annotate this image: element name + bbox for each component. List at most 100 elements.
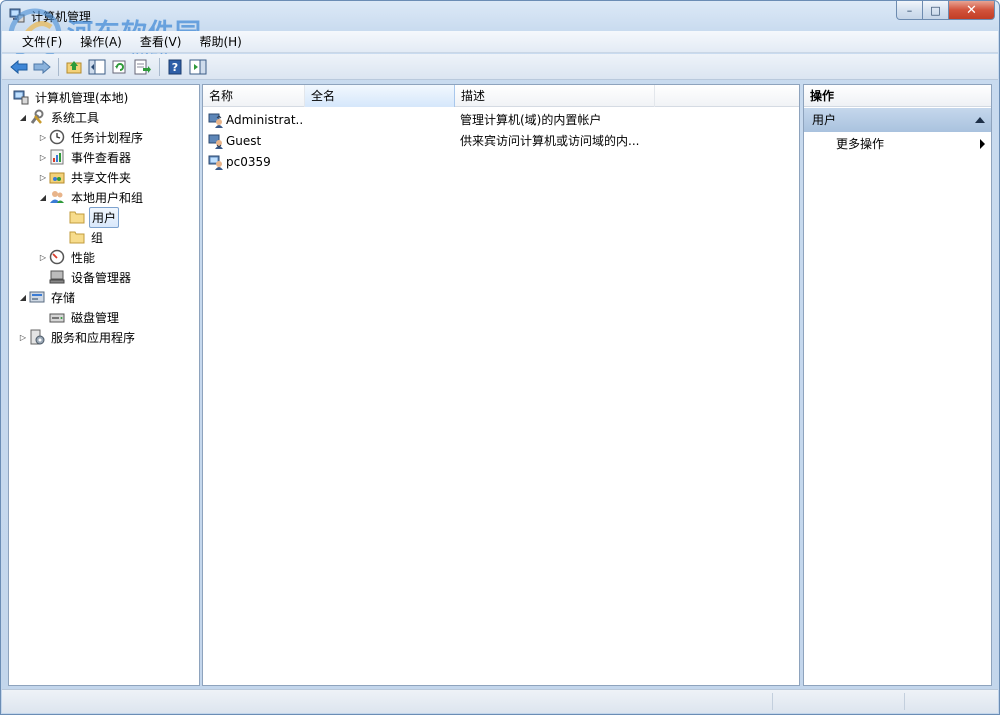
minimize-button[interactable]: –: [896, 1, 923, 20]
tree-item-label: 系统工具: [49, 108, 101, 127]
action-pane: 操作 用户 更多操作: [803, 84, 992, 686]
tree-item-users[interactable]: 用户: [69, 207, 119, 227]
expand-arrow-icon[interactable]: ▷: [37, 153, 49, 162]
users-list[interactable]: 名称 全名 描述 Administrat... 管理计算机(域)的内置帐户 Gu…: [202, 84, 800, 686]
tree-item-shared-folders[interactable]: ▷ 共享文件夹: [37, 167, 133, 187]
action-pane-title: 操作: [804, 85, 991, 107]
tree-item-label: 服务和应用程序: [49, 328, 137, 347]
cell-fullname: [311, 152, 451, 173]
column-header-fullname[interactable]: 全名: [305, 85, 455, 107]
collapse-up-icon[interactable]: [975, 117, 985, 123]
svg-text:?: ?: [172, 61, 178, 74]
performance-gauge-icon: [49, 249, 65, 265]
tree-item-label: 用户: [89, 207, 119, 228]
tree-item-device-manager[interactable]: 设备管理器: [49, 267, 133, 287]
tree-item-storage[interactable]: ◢ 存储: [17, 287, 77, 307]
help-button[interactable]: ?: [164, 57, 186, 77]
show-hide-tree-icon: [88, 59, 106, 75]
tree-item-task-scheduler[interactable]: ▷ 任务计划程序: [37, 127, 145, 147]
folder-icon: [69, 209, 85, 225]
menu-view[interactable]: 查看(V): [132, 33, 190, 50]
collapse-arrow-icon[interactable]: ◢: [37, 193, 49, 202]
tree-item-label: 性能: [69, 248, 97, 267]
user-icon: [208, 154, 224, 170]
tree-item-label: 共享文件夹: [69, 168, 133, 187]
user-icon: [208, 133, 224, 149]
show-hide-tree-button[interactable]: [86, 57, 108, 77]
tree-item-label: 计算机管理(本地): [33, 88, 130, 107]
cell-fullname: [311, 110, 451, 131]
collapse-arrow-icon[interactable]: ◢: [17, 113, 29, 122]
close-button[interactable]: ✕: [949, 1, 995, 20]
column-header-name[interactable]: 名称: [203, 85, 305, 107]
tree-item-services-applications[interactable]: ▷ 服务和应用程序: [17, 327, 137, 347]
cell-name: Administrat...: [226, 110, 304, 131]
forward-arrow-icon: [33, 60, 51, 74]
status-bar: [2, 689, 998, 713]
computer-management-icon: [13, 89, 29, 105]
title-bar[interactable]: 计算机管理 – □ ✕: [1, 1, 1000, 31]
tree-item-label: 事件查看器: [69, 148, 133, 167]
up-button[interactable]: [63, 57, 85, 77]
computer-management-icon: [9, 7, 25, 23]
column-header-description[interactable]: 描述: [455, 85, 655, 107]
show-hide-action-pane-button[interactable]: [187, 57, 209, 77]
up-folder-icon: [66, 59, 82, 75]
back-button[interactable]: [8, 57, 30, 77]
action-section-label: 用户: [812, 113, 836, 127]
cell-fullname: [311, 131, 451, 152]
clock-icon: [49, 129, 65, 145]
tree-item-label: 设备管理器: [69, 268, 133, 287]
system-tools-icon: [29, 109, 45, 125]
export-list-button[interactable]: [132, 57, 154, 77]
expand-arrow-icon[interactable]: ▷: [37, 173, 49, 182]
tree-item-label: 磁盘管理: [69, 308, 121, 327]
tree-item-performance[interactable]: ▷ 性能: [37, 247, 97, 267]
help-icon: ?: [167, 59, 183, 75]
tree-item-local-users-groups[interactable]: ◢ 本地用户和组: [37, 187, 145, 207]
menu-file[interactable]: 文件(F): [14, 33, 70, 50]
refresh-button[interactable]: [109, 57, 131, 77]
tree-item-label: 任务计划程序: [69, 128, 145, 147]
export-list-icon: [134, 59, 152, 75]
tree-item-disk-management[interactable]: 磁盘管理: [49, 307, 121, 327]
tree-item-event-viewer[interactable]: ▷ 事件查看器: [37, 147, 133, 167]
tree-item-label: 存储: [49, 288, 77, 307]
tree-item-label: 组: [89, 228, 105, 247]
toolbar-separator: [58, 58, 59, 76]
shared-folder-icon: [49, 169, 65, 185]
collapse-arrow-icon[interactable]: ◢: [17, 293, 29, 302]
table-row[interactable]: Administrat... 管理计算机(域)的内置帐户: [203, 110, 799, 131]
event-viewer-icon: [49, 149, 65, 165]
expand-arrow-icon[interactable]: ▷: [17, 333, 29, 342]
toolbar-separator: [159, 58, 160, 76]
tree-item-label: 本地用户和组: [69, 188, 145, 207]
cell-description: [460, 152, 660, 173]
tree-item-system-tools[interactable]: ◢ 系统工具: [17, 107, 101, 127]
table-row[interactable]: Guest 供来宾访问计算机或访问域的内...: [203, 131, 799, 152]
more-actions-label: 更多操作: [836, 137, 884, 151]
maximize-button[interactable]: □: [923, 1, 949, 20]
forward-button[interactable]: [31, 57, 53, 77]
services-icon: [29, 329, 45, 345]
back-arrow-icon: [10, 60, 28, 74]
expand-arrow-icon[interactable]: ▷: [37, 133, 49, 142]
window-title: 计算机管理: [31, 8, 91, 25]
list-header: 名称 全名 描述: [203, 85, 799, 107]
more-actions-item[interactable]: 更多操作: [836, 134, 991, 154]
status-divider: [904, 693, 905, 710]
device-manager-icon: [49, 269, 65, 285]
toolbar: ?: [2, 54, 998, 80]
tree-item-groups[interactable]: 组: [69, 227, 105, 247]
console-tree[interactable]: 计算机管理(本地) ◢ 系统工具 ▷ 任务计划程序 ▷ 事件查看器 ▷ 共享文件…: [8, 84, 200, 686]
menu-bar: 文件(F) 操作(A) 查看(V) 帮助(H): [2, 31, 998, 53]
menu-action[interactable]: 操作(A): [72, 33, 130, 50]
tree-item-computer-management[interactable]: 计算机管理(本地): [13, 87, 130, 107]
table-row[interactable]: pc0359: [203, 152, 799, 173]
cell-description: 管理计算机(域)的内置帐户: [460, 110, 660, 131]
users-group-icon: [49, 189, 65, 205]
expand-arrow-icon[interactable]: ▷: [37, 253, 49, 262]
user-icon: [208, 112, 224, 128]
action-section-users[interactable]: 用户: [804, 108, 991, 132]
menu-help[interactable]: 帮助(H): [191, 33, 249, 50]
